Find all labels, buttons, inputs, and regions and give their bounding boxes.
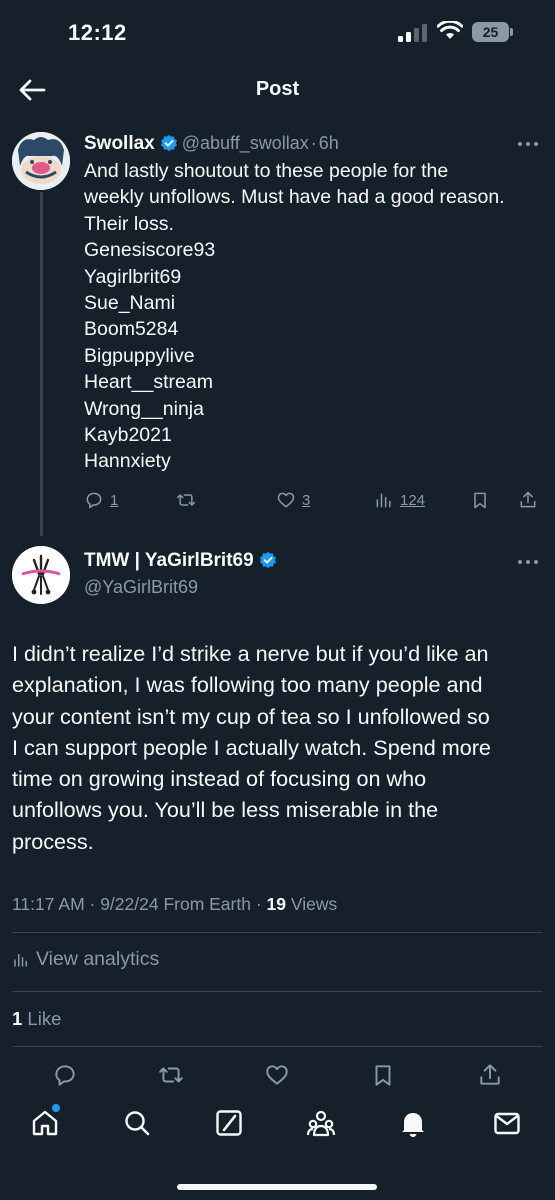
verified-badge-icon — [259, 551, 276, 569]
wifi-icon — [437, 21, 463, 39]
bottom-tab-bar — [0, 1100, 555, 1200]
view-count: 124 — [400, 491, 426, 509]
post-text-line: Kayb2021 — [84, 424, 172, 447]
analytics-icon — [14, 953, 27, 967]
bookmark-button[interactable] — [470, 488, 490, 512]
post-text-line: process. — [12, 828, 94, 854]
like-icon[interactable] — [264, 1062, 290, 1088]
like-count: 3 — [302, 491, 311, 509]
view-analytics-label: View analytics — [36, 948, 160, 970]
post-text-line: Boom5284 — [84, 318, 179, 341]
home-icon[interactable] — [30, 1108, 60, 1138]
battery-indicator: 25 — [472, 22, 514, 42]
battery-tip — [510, 28, 513, 36]
like-icon — [277, 492, 295, 508]
post-text-line: Hannxiety — [84, 450, 171, 473]
divider — [12, 991, 543, 992]
post-text-line: time on growing instead of focusing on w… — [12, 766, 427, 792]
thread-connector-line — [40, 192, 43, 536]
post-timestamp: 11:17 AM · 9/22/24 From Earth · — [12, 894, 262, 914]
likes-label: Like — [22, 1008, 62, 1029]
status-bar: 12:12 25 — [0, 0, 555, 64]
home-notification-dot — [52, 1104, 60, 1112]
post-text-line: Sue_Nami — [84, 292, 176, 315]
post-text-line: I didn’t realize I’d strike a nerve but … — [12, 641, 489, 666]
author-name[interactable]: TMW | YaGirlBrit69 — [84, 550, 254, 571]
author-row: TMW | YaGirlBrit69 — [84, 550, 277, 572]
author-handle[interactable]: @abuff_swollax — [182, 133, 309, 153]
views-button[interactable]: 124 — [374, 488, 425, 512]
battery-level: 25 — [472, 22, 509, 42]
repost-button[interactable] — [176, 488, 196, 512]
nav-header: Post — [0, 64, 555, 116]
post-text-line: And lastly shoutout to these people for … — [84, 160, 449, 182]
reply-button[interactable]: 1 — [84, 488, 118, 512]
post-text: And lastly shoutout to these people for … — [84, 158, 540, 475]
avatar[interactable] — [12, 132, 70, 190]
like-button[interactable]: 3 — [276, 488, 310, 512]
post-text-line: weekly unfollows. Must have had a good r… — [84, 186, 505, 209]
reply-count: 1 — [110, 491, 119, 509]
share-button[interactable] — [518, 488, 538, 512]
share-icon[interactable] — [477, 1062, 503, 1088]
post-text-line: explanation, I was following too many pe… — [12, 672, 483, 698]
post-age: 6h — [318, 133, 339, 153]
bookmark-icon[interactable] — [370, 1062, 396, 1088]
share-icon — [520, 491, 536, 508]
post-text-line: Wrong__ninja — [84, 397, 204, 420]
repost-icon[interactable] — [158, 1062, 184, 1088]
author-handle[interactable]: @YaGirlBrit69 — [84, 577, 198, 598]
author-name[interactable]: Swollax — [84, 133, 155, 154]
status-time: 12:12 — [68, 20, 127, 45]
post-text-line: Their loss. — [84, 212, 174, 235]
cellular-signal-icon — [398, 24, 427, 42]
bookmark-icon — [474, 492, 486, 509]
post-action-bar: 1 3 124 — [84, 488, 544, 512]
post-text-line: Heart__stream — [84, 371, 213, 394]
more-options-icon[interactable] — [517, 558, 539, 566]
more-options-icon[interactable] — [517, 140, 539, 148]
notifications-icon[interactable] — [398, 1108, 428, 1138]
avatar-illustration — [12, 132, 70, 190]
author-row: Swollax @abuff_swollax · 6h — [84, 133, 339, 155]
post-text-line: I can support people I actually watch. S… — [12, 734, 491, 760]
messages-icon[interactable] — [492, 1108, 522, 1138]
reply-icon[interactable] — [52, 1062, 78, 1088]
post-text-line: Genesiscore93 — [84, 239, 216, 262]
reply-icon — [86, 492, 102, 509]
post-text-line: your content isn’t my cup of tea so I un… — [12, 703, 490, 729]
page-title: Post — [255, 78, 300, 100]
home-indicator — [177, 1184, 377, 1190]
search-icon[interactable] — [122, 1108, 152, 1138]
grok-icon[interactable] — [214, 1108, 244, 1138]
divider — [12, 932, 543, 933]
views-icon — [376, 493, 391, 508]
divider — [12, 1046, 543, 1047]
avatar-illustration — [12, 546, 70, 604]
main-post-action-bar — [0, 1062, 555, 1088]
verified-badge-icon — [160, 134, 177, 152]
post-text-line: Bigpuppylive — [84, 344, 195, 367]
likes-summary[interactable]: 1 Like — [12, 1008, 61, 1030]
communities-icon[interactable] — [306, 1108, 336, 1138]
post-text: I didn’t realize I’d strike a nerve but … — [12, 638, 542, 857]
post-text-line: unfollows you. You’ll be less miserable … — [12, 797, 439, 823]
repost-icon — [176, 494, 196, 506]
post-metadata: 11:17 AM · 9/22/24 From Earth · 19 Views — [12, 894, 337, 915]
separator-dot: · — [310, 133, 317, 153]
post-views-label: Views — [286, 894, 338, 914]
view-analytics-link[interactable]: View analytics — [12, 948, 159, 971]
post-view-count: 19 — [266, 894, 286, 914]
avatar[interactable] — [12, 546, 70, 604]
post-text-line: Yagirlbrit69 — [84, 265, 182, 288]
likes-count: 1 — [12, 1008, 23, 1029]
